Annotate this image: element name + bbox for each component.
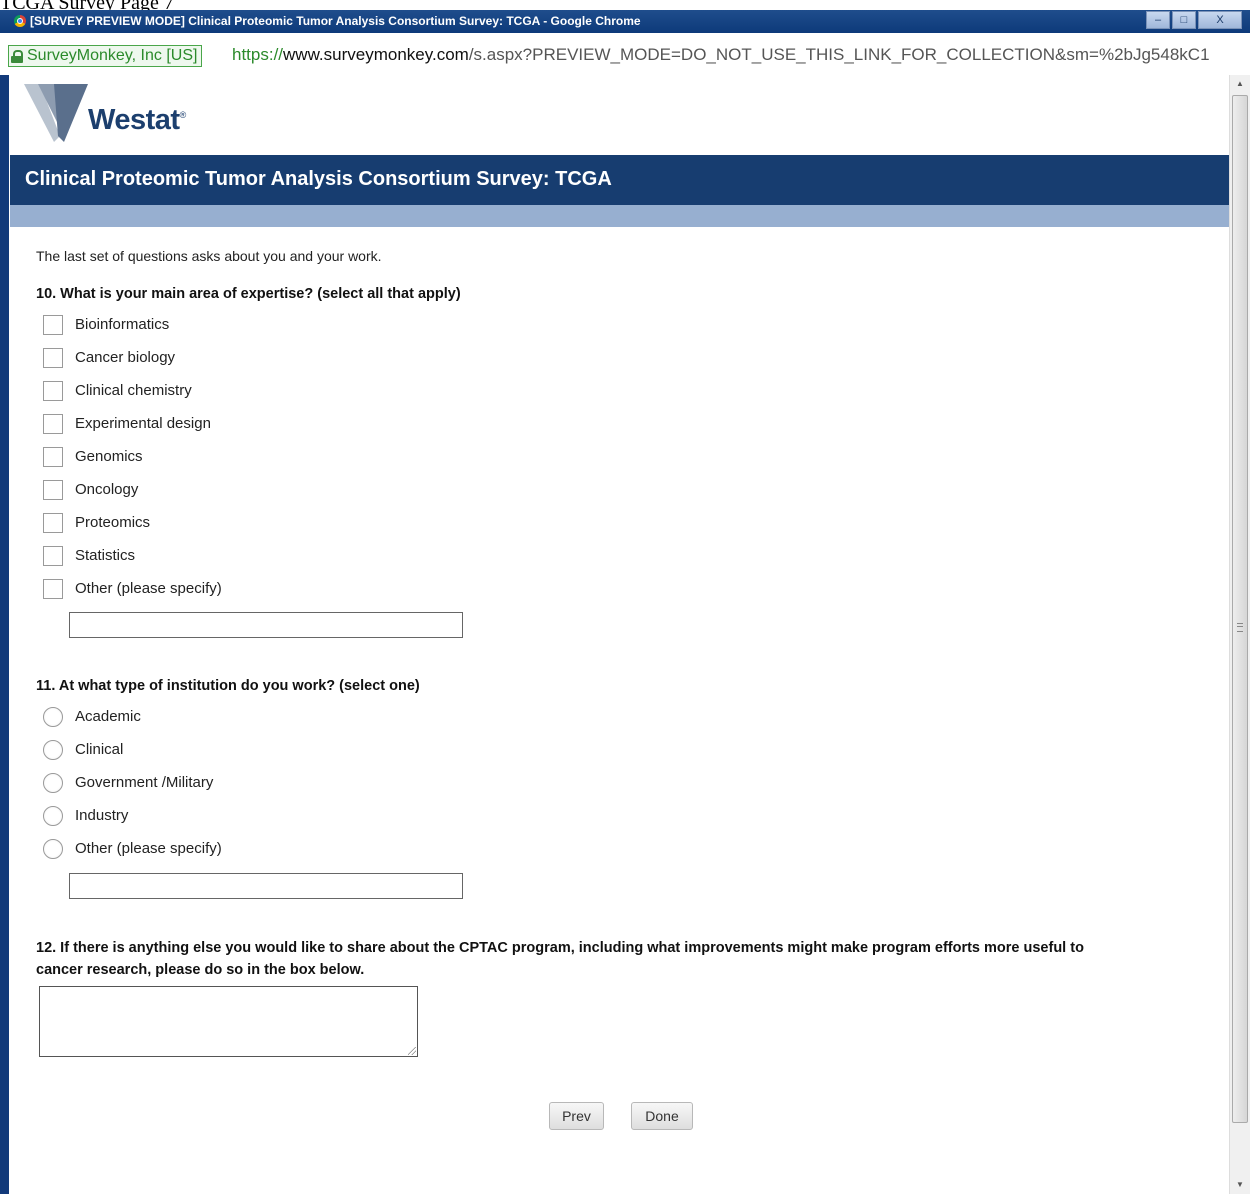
resize-grip-icon[interactable]: [408, 1047, 416, 1055]
option-label: Government /Military: [75, 774, 214, 791]
window-left-border: [0, 75, 9, 1194]
option-label: Industry: [75, 807, 129, 824]
option-label: Proteomics: [75, 514, 151, 531]
url-path: /s.aspx?PREVIEW_MODE=DO_NOT_USE_THIS_LIN…: [468, 45, 1210, 64]
radio-button[interactable]: [43, 806, 63, 826]
option-label: Clinical: [75, 741, 124, 758]
comments-textarea[interactable]: [39, 986, 418, 1057]
lock-icon: [11, 49, 23, 63]
radio-button[interactable]: [43, 839, 63, 859]
question-12-line-2: cancer research, please do so in the box…: [36, 962, 365, 978]
scroll-down-icon[interactable]: ▼: [1230, 1176, 1250, 1194]
logo-text: Westat®: [88, 104, 186, 136]
option-label: Bioinformatics: [75, 316, 170, 333]
radio-button[interactable]: [43, 740, 63, 760]
survey-title: Clinical Proteomic Tumor Analysis Consor…: [25, 168, 612, 190]
option-label: Other (please specify): [75, 840, 222, 857]
url-scheme: https://: [232, 45, 284, 64]
intro-text: The last set of questions asks about you…: [36, 248, 382, 264]
scroll-thumb[interactable]: [1232, 95, 1248, 1123]
checkbox[interactable]: [43, 513, 63, 533]
checkbox[interactable]: [43, 348, 63, 368]
vertical-scrollbar[interactable]: ▲ ▼: [1229, 75, 1250, 1194]
option-label: Academic: [75, 708, 141, 725]
radio-button[interactable]: [43, 707, 63, 727]
prev-button[interactable]: Prev: [549, 1102, 604, 1130]
scroll-up-icon[interactable]: ▲: [1230, 75, 1250, 93]
checkbox[interactable]: [43, 579, 63, 599]
checkbox[interactable]: [43, 480, 63, 500]
security-indicator[interactable]: SurveyMonkey, Inc [US]: [8, 45, 203, 67]
checkbox[interactable]: [43, 546, 63, 566]
security-label: SurveyMonkey, Inc [US]: [27, 47, 198, 64]
address-bar: SurveyMonkey, Inc [US] https://www.surve…: [0, 33, 1250, 75]
option-label: Other (please specify): [75, 580, 222, 597]
westat-chevron-icon: [24, 84, 88, 142]
radio-button[interactable]: [43, 773, 63, 793]
institution-other-input[interactable]: [69, 873, 463, 899]
window-title: [SURVEY PREVIEW MODE] Clinical Proteomic…: [30, 14, 641, 28]
survey-header: Clinical Proteomic Tumor Analysis Consor…: [10, 155, 1229, 205]
question-11: 11. At what type of institution do you w…: [36, 678, 420, 694]
survey-page: Westat® Clinical Proteomic Tumor Analysi…: [9, 75, 1229, 1194]
done-button[interactable]: Done: [631, 1102, 693, 1130]
grip-icon: [1237, 623, 1243, 632]
expertise-other-input[interactable]: [69, 612, 463, 638]
window-titlebar: [SURVEY PREVIEW MODE] Clinical Proteomic…: [0, 10, 1250, 33]
option-label: Clinical chemistry: [75, 382, 192, 399]
checkbox[interactable]: [43, 381, 63, 401]
maximize-button[interactable]: □: [1172, 11, 1196, 29]
option-label: Statistics: [75, 547, 136, 564]
checkbox[interactable]: [43, 414, 63, 434]
progress-band: [10, 205, 1229, 227]
checkbox[interactable]: [43, 447, 63, 467]
close-button[interactable]: X: [1198, 11, 1242, 29]
westat-logo: Westat®: [24, 80, 224, 150]
option-label: Genomics: [75, 448, 143, 465]
chrome-icon: [14, 15, 26, 27]
url-host: www.surveymonkey.com: [283, 45, 469, 64]
option-label: Experimental design: [75, 415, 211, 432]
question-12-line-1: 12. If there is anything else you would …: [36, 940, 1084, 956]
option-label: Oncology: [75, 481, 139, 498]
minimize-button[interactable]: –: [1146, 11, 1170, 29]
url-field[interactable]: https://www.surveymonkey.com/s.aspx?PREV…: [232, 45, 1210, 65]
question-10: 10. What is your main area of expertise?…: [36, 286, 461, 302]
option-label: Cancer biology: [75, 349, 176, 366]
question-12: 12. If there is anything else you would …: [36, 937, 1084, 981]
window-controls: – □ X: [1146, 11, 1242, 29]
checkbox[interactable]: [43, 315, 63, 335]
